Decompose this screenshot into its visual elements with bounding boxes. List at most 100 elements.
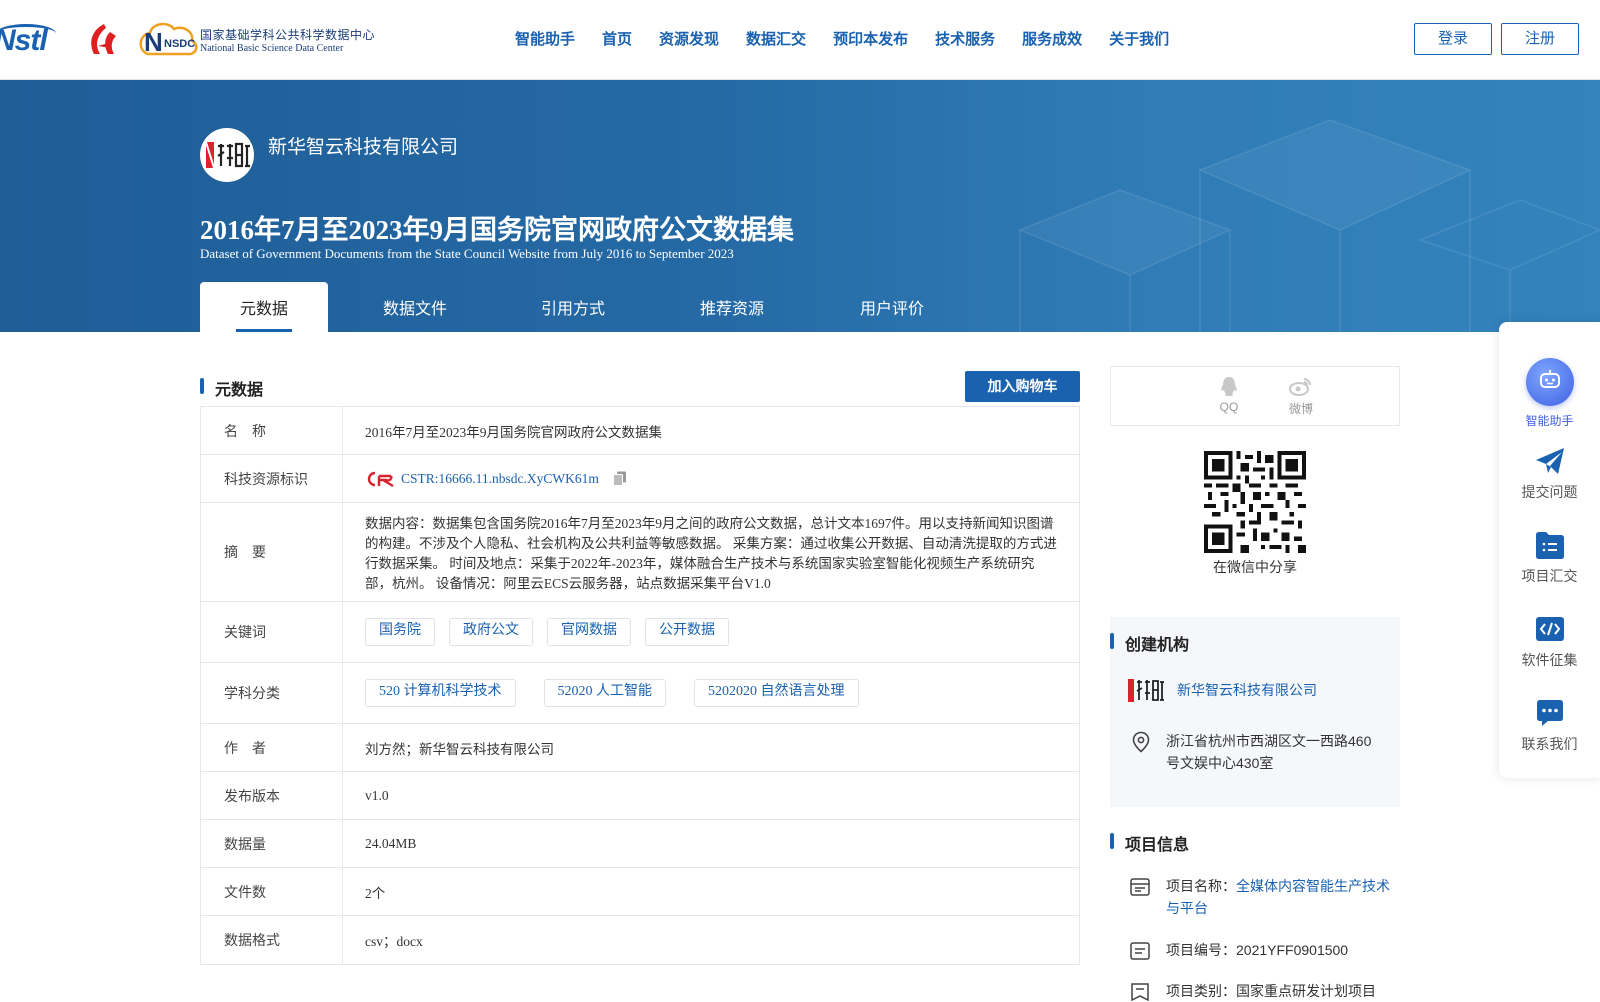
row-value: 国务院 政府公文 官网数据 公开数据 xyxy=(343,602,1079,662)
add-to-cart-button[interactable]: 加入购物车 xyxy=(965,371,1080,402)
table-row: 文件数 2个 xyxy=(201,868,1079,916)
xinhua-zhiyun-logo-icon xyxy=(205,141,250,169)
float-contact-us[interactable]: 联系我们 xyxy=(1499,698,1600,754)
paper-plane-icon xyxy=(1535,448,1564,474)
project-name: 项目名称：全媒体内容智能生产技术与平台 xyxy=(1166,878,1390,916)
row-key: 发布版本 xyxy=(201,772,343,819)
row-key: 关键词 xyxy=(201,602,343,662)
tab-user-reviews[interactable]: 用户评价 xyxy=(820,282,964,332)
nav-home[interactable]: 首页 xyxy=(602,28,632,49)
nsdc-en-name: National Basic Science Data Center xyxy=(200,43,344,54)
float-ai-assistant[interactable]: 智能助手 xyxy=(1499,358,1600,429)
row-key: 摘 要 xyxy=(201,503,343,601)
cstr-identifier-link[interactable]: CSTR:16666.11.nbsdc.XyCWK61m xyxy=(401,471,599,487)
table-row: 名 称 2016年7月至2023年9月国务院官网政府公文数据集 xyxy=(201,407,1079,455)
chat-bubble-icon xyxy=(1536,700,1563,726)
row-key: 学科分类 xyxy=(201,663,343,723)
wechat-qr-code xyxy=(1204,451,1306,553)
subject-tag[interactable]: 5202020 自然语言处理 xyxy=(694,679,859,707)
float-project-submit[interactable]: 项目汇交 xyxy=(1499,530,1600,586)
keyword-tag[interactable]: 官网数据 xyxy=(547,618,631,646)
float-submit-question[interactable]: 提交问题 xyxy=(1499,446,1600,502)
row-value: 刘方然；新华智云科技有限公司 xyxy=(365,741,554,757)
table-row: 数据格式 csv；docx xyxy=(201,916,1079,964)
row-key: 名 称 xyxy=(201,407,343,454)
project-code: 项目编号：2021YFF0901500 xyxy=(1166,942,1349,958)
wechat-share-caption: 在微信中分享 xyxy=(1213,559,1297,575)
keyword-tag[interactable]: 公开数据 xyxy=(645,618,729,646)
institution-card: 创建机构 新华智云科技有限公司 浙江省杭州市西湖区文一西路460号文娱中心430… xyxy=(1110,617,1400,807)
table-row: 作 者 刘方然；新华智云科技有限公司 xyxy=(201,724,1079,772)
project-section-title: 项目信息 xyxy=(1110,831,1189,855)
nstl-logo[interactable]: Nstl xyxy=(0,20,68,60)
banner-decoration xyxy=(1018,119,1600,332)
nsdc-mark-icon: N NSDC xyxy=(139,22,198,57)
nav-ai-assistant[interactable]: 智能助手 xyxy=(515,28,575,49)
institution-logo-icon xyxy=(1128,679,1164,702)
project-type: 项目类别：国家重点研发计划项目 xyxy=(1166,983,1376,999)
logo-group: Nstl N NSDC 国家基础学科公共科学数据中心 National Basi… xyxy=(0,18,375,62)
svg-text:NSDC: NSDC xyxy=(164,38,195,50)
nsdc-logo[interactable]: N NSDC 国家基础学科公共科学数据中心 National Basic Sci… xyxy=(138,21,375,59)
tab-citation[interactable]: 引用方式 xyxy=(502,282,644,332)
table-row: 学科分类 520 计算机科学技术 52020 人工智能 5202020 自然语言… xyxy=(201,663,1079,724)
org-avatar[interactable] xyxy=(200,128,254,182)
share-qq[interactable]: QQ xyxy=(1209,375,1249,414)
institution-section-title: 创建机构 xyxy=(1110,631,1189,655)
tab-recommended[interactable]: 推荐资源 xyxy=(644,282,820,332)
project-type-icon xyxy=(1131,983,1149,1001)
subject-tag[interactable]: 520 计算机科学技术 xyxy=(365,679,516,707)
dataset-title-cn: 2016年7月至2023年9月国务院官网政府公文数据集 xyxy=(200,215,794,245)
table-row: 数据量 24.04MB xyxy=(201,820,1079,868)
qq-icon xyxy=(1221,377,1237,396)
table-row: 摘 要 数据内容：数据集包含国务院2016年7月至2023年9月之间的政府公文数… xyxy=(201,503,1079,602)
keyword-tag[interactable]: 国务院 xyxy=(365,618,435,646)
share-weibo[interactable]: 微博 xyxy=(1281,375,1321,417)
nav-preprint[interactable]: 预印本发布 xyxy=(833,28,908,49)
institution-address: 浙江省杭州市西湖区文一西路460号文娱中心430室 xyxy=(1166,733,1372,771)
svg-text:N: N xyxy=(144,27,163,57)
table-row: 关键词 国务院 政府公文 官网数据 公开数据 xyxy=(201,602,1079,663)
nav-tech-service[interactable]: 技术服务 xyxy=(935,28,995,49)
nav-discover[interactable]: 资源发现 xyxy=(659,28,719,49)
folder-list-icon xyxy=(1535,532,1564,559)
top-header: Nstl N NSDC 国家基础学科公共科学数据中心 National Basi… xyxy=(0,0,1600,80)
row-value: 2016年7月至2023年9月国务院官网政府公文数据集 xyxy=(365,424,662,440)
row-key: 数据格式 xyxy=(201,916,343,964)
robot-icon xyxy=(1525,358,1574,406)
nav-about[interactable]: 关于我们 xyxy=(1109,28,1169,49)
org-name[interactable]: 新华智云科技有限公司 xyxy=(268,132,458,159)
cstr-logo-icon xyxy=(367,471,394,487)
location-pin-icon xyxy=(1132,731,1150,753)
row-value: 24.04MB xyxy=(365,835,417,851)
subject-tag[interactable]: 52020 人工智能 xyxy=(543,679,666,707)
row-value: v1.0 xyxy=(365,787,389,803)
keyword-tag[interactable]: 政府公文 xyxy=(449,618,533,646)
code-icon xyxy=(1535,617,1564,641)
nav-service-results[interactable]: 服务成效 xyxy=(1022,28,1082,49)
row-value: CSTR:16666.11.nbsdc.XyCWK61m xyxy=(343,455,1079,502)
tab-data-files[interactable]: 数据文件 xyxy=(328,282,502,332)
nsdc-cn-name: 国家基础学科公共科学数据中心 xyxy=(200,28,376,42)
project-name-icon xyxy=(1130,878,1150,896)
nav-data-submit[interactable]: 数据汇交 xyxy=(746,28,806,49)
table-row: 科技资源标识 CSTR:16666.11.nbsdc.XyCWK61m xyxy=(201,455,1079,503)
login-button[interactable]: 登录 xyxy=(1414,23,1492,55)
copy-icon[interactable] xyxy=(612,471,627,486)
institution-name-link[interactable]: 新华智云科技有限公司 xyxy=(1177,680,1317,700)
row-value: 2个 xyxy=(365,885,386,901)
dataset-title-en: Dataset of Government Documents from the… xyxy=(200,246,734,261)
row-value: csv；docx xyxy=(365,934,423,949)
main-nav: 智能助手 首页 资源发现 数据汇交 预印本发布 技术服务 服务成效 关于我们 xyxy=(515,28,1196,49)
row-value: 数据内容：数据集包含国务院2016年7月至2023年9月之间的政府公文数据，总计… xyxy=(365,516,1057,591)
dataset-banner: 新华智云科技有限公司 2016年7月至2023年9月国务院官网政府公文数据集 D… xyxy=(0,80,1600,332)
row-key: 文件数 xyxy=(201,868,343,915)
tab-metadata[interactable]: 元数据 xyxy=(200,282,328,332)
float-software-call[interactable]: 软件征集 xyxy=(1499,614,1600,670)
metadata-table: 名 称 2016年7月至2023年9月国务院官网政府公文数据集 科技资源标识 C… xyxy=(200,406,1080,965)
share-box: QQ 微博 xyxy=(1110,366,1400,426)
red-flame-logo[interactable] xyxy=(82,20,122,60)
row-key: 科技资源标识 xyxy=(201,455,343,502)
floating-toolbar: 智能助手 提交问题 项目汇交 软件征集 联系我们 xyxy=(1499,322,1600,778)
register-button[interactable]: 注册 xyxy=(1501,23,1579,55)
